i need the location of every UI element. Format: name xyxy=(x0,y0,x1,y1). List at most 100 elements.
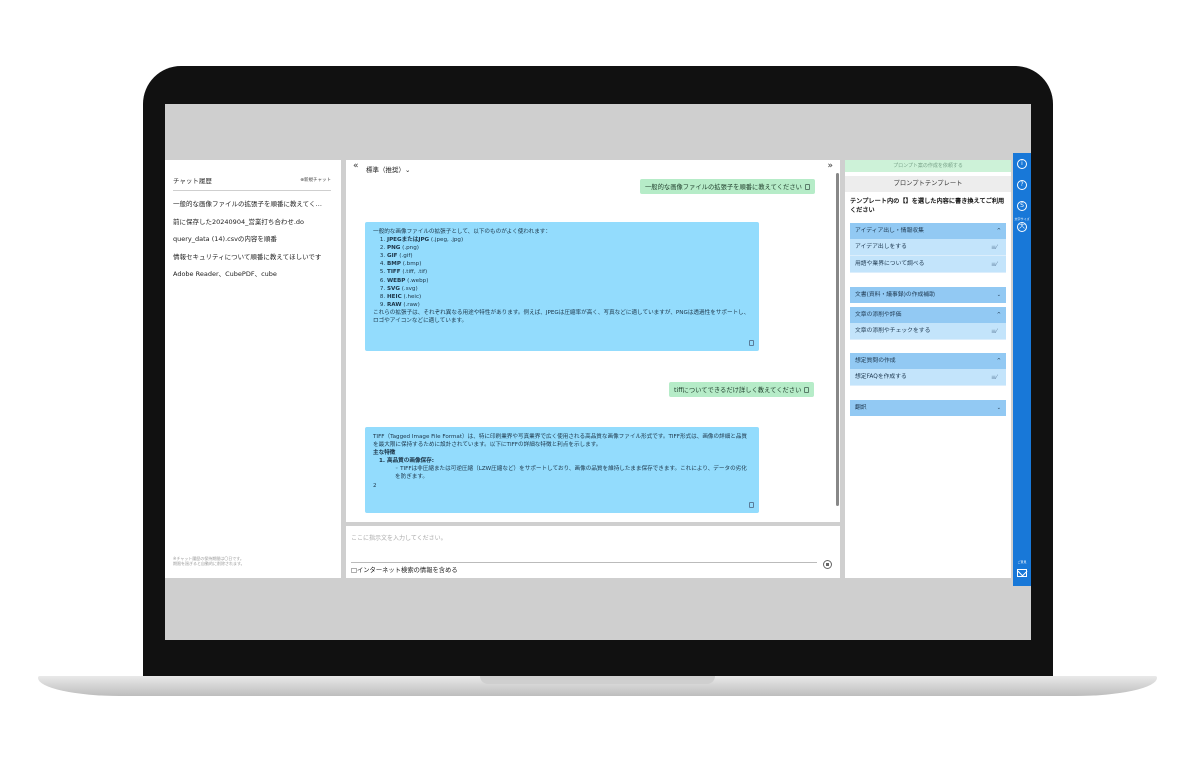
assistant-subheading: 1. 高品質の画像保存: xyxy=(379,458,434,465)
template-group: 翻訳 ⌄ xyxy=(850,400,1006,416)
insert-icon[interactable]: ≡⁄ xyxy=(991,256,997,273)
user-message: tiffについてできるだけ詳しく教えてください xyxy=(669,382,815,397)
extension-suffix: (.png) xyxy=(400,245,419,252)
template-group-label: 翻訳 xyxy=(855,405,867,411)
input-underline xyxy=(351,562,817,563)
chevron-down-icon: ⌄ xyxy=(996,405,1001,411)
assistant-text: TIFF（Tagged Image File Format）は、特に印刷業界や写… xyxy=(373,434,748,449)
assistant-message: TIFF（Tagged Image File Format）は、特に印刷業界や写… xyxy=(365,427,759,513)
extension-suffix: (.tiff, .tif) xyxy=(400,269,428,276)
extension-name: PNG xyxy=(387,245,401,252)
history-item[interactable]: query_data (14).csvの内容を順番 xyxy=(173,231,335,249)
insert-icon[interactable]: ≡⁄ xyxy=(991,239,997,256)
template-item[interactable]: 想定FAQを作成する ≡⁄ xyxy=(850,369,1006,386)
copy-icon[interactable] xyxy=(804,387,810,393)
info-icon[interactable]: i xyxy=(1017,159,1027,169)
extension-suffix: (.svg) xyxy=(399,285,418,292)
template-group-header[interactable]: 文章の添削や評価 ^ xyxy=(850,307,1006,323)
history-item[interactable]: 一般的な画像ファイルの拡張子を順番に教えてく… xyxy=(173,196,335,214)
extension-suffix: (.gif) xyxy=(397,253,413,260)
retention-note: ※チャット履歴の保持期間は〇日です。 期限を過ぎると自動的に削除されます。 xyxy=(173,556,323,566)
user-message-text: 一般的な画像ファイルの拡張子を順番に教えてください xyxy=(645,184,802,191)
template-group-header[interactable]: アイディア出し・情報収集 ^ xyxy=(850,223,1006,239)
laptop-notch xyxy=(480,676,715,684)
scrollbar[interactable] xyxy=(836,173,839,506)
extension-list-item: RAW (.raw) xyxy=(387,301,751,309)
template-group-label: アイディア出し・情報収集 xyxy=(855,228,924,234)
template-group-header[interactable]: 翻訳 ⌄ xyxy=(850,400,1006,416)
history-item[interactable]: 前に保存した20240904_営業打ち合わせ.do xyxy=(173,214,335,232)
extension-name: WEBP xyxy=(387,277,406,284)
template-item-label: 想定FAQを作成する xyxy=(855,374,907,380)
request-prompt-button[interactable]: プロンプト案の作成を依頼する xyxy=(845,160,1011,172)
retention-note-line: 期限を過ぎると自動的に削除されます。 xyxy=(173,561,245,566)
new-chat-button[interactable]: ⊕新規チャット xyxy=(300,177,331,183)
extension-list-item: BMP (.bmp) xyxy=(387,260,751,268)
divider xyxy=(173,190,331,191)
history-item[interactable]: 情報セキュリティについて順番に教えてほしいです xyxy=(173,249,335,267)
template-group: 文章の添削や評価 ^ 文章の添削やチェックをする ≡⁄ xyxy=(850,307,1006,340)
settings-icon[interactable]: S xyxy=(1017,201,1027,211)
extension-name: JPEGまたはJPG xyxy=(387,237,430,244)
mail-icon[interactable] xyxy=(1017,569,1027,577)
history-item[interactable]: Adobe Reader、CubePDF、cube xyxy=(173,266,335,284)
extension-name: RAW xyxy=(387,301,402,308)
insert-icon[interactable]: ≡⁄ xyxy=(991,369,997,386)
chat-history-panel: チャット履歴 ⊕新規チャット 一般的な画像ファイルの拡張子を順番に教えてく… 前… xyxy=(165,160,341,578)
template-description: テンプレート内の【】を選した内容に書き換えてご利用ください xyxy=(850,198,1005,214)
template-item[interactable]: 用語や業界について調べる ≡⁄ xyxy=(850,256,1006,273)
copy-icon[interactable] xyxy=(804,184,810,190)
font-size-label: 文字サイズ xyxy=(1014,217,1030,221)
template-item-label: 文章の添削やチェックをする xyxy=(855,328,931,334)
user-message-text: tiffについてできるだけ詳しく教えてください xyxy=(674,387,802,394)
font-size-icon[interactable]: 大 xyxy=(1017,222,1027,232)
copy-icon[interactable] xyxy=(749,502,754,508)
insert-icon[interactable]: ≡⁄ xyxy=(991,323,997,340)
chevron-down-icon: ⌄ xyxy=(996,292,1001,298)
template-panel: プロンプト案の作成を依頼する プロンプトテンプレート テンプレート内の【】を選し… xyxy=(845,160,1011,578)
template-item-label: アイデア出しをする xyxy=(855,244,907,250)
history-title: チャット履歴 xyxy=(173,177,212,185)
template-item[interactable]: アイデア出しをする ≡⁄ xyxy=(850,239,1006,256)
history-list: 一般的な画像ファイルの拡張子を順番に教えてく… 前に保存した20240904_営… xyxy=(173,196,335,284)
user-message: 一般的な画像ファイルの拡張子を順番に教えてください xyxy=(640,179,815,194)
extension-suffix: (.jpeg, .jpg) xyxy=(429,237,464,244)
template-group-header[interactable]: 想定質問の作成 ^ xyxy=(850,353,1006,369)
template-group: 想定質問の作成 ^ 想定FAQを作成する ≡⁄ xyxy=(850,353,1006,386)
extension-list-item: HEIC (.heic) xyxy=(387,293,751,301)
send-icon[interactable] xyxy=(823,560,832,569)
extension-name: BMP xyxy=(387,261,401,268)
side-rail: i ? S 文字サイズ 大 ご意見 xyxy=(1013,153,1031,586)
extension-name: HEIC xyxy=(387,293,402,300)
prompt-input-panel: ここに指示文を入力してください。 □インターネット検索の情報を含める xyxy=(346,526,840,578)
model-select[interactable]: 標準（推奨）⌄ xyxy=(366,164,410,174)
web-search-checkbox[interactable]: □インターネット検索の情報を含める xyxy=(351,565,458,574)
extension-suffix: (.webp) xyxy=(405,277,429,284)
chevron-up-icon: ^ xyxy=(996,358,1001,364)
template-title: プロンプトテンプレート xyxy=(845,176,1011,192)
template-item[interactable]: 文章の添削やチェックをする ≡⁄ xyxy=(850,323,1006,340)
assistant-message: 一般的な画像ファイルの拡張子として、以下のものがよく使われます： JPEGまたは… xyxy=(365,222,759,351)
extension-name: SVG xyxy=(387,285,400,292)
assistant-text: これらの拡張子は、それぞれ異なる用途や特性があります。例えば、JPEGは圧縮率が… xyxy=(373,309,750,325)
app-screen: チャット履歴 ⊕新規チャット 一般的な画像ファイルの拡張子を順番に教えてく… 前… xyxy=(165,104,1031,640)
template-item-label: 用語や業界について調べる xyxy=(855,261,925,267)
chat-panel: « 標準（推奨）⌄ » 一般的な画像ファイルの拡張子を順番に教えてください 一般… xyxy=(346,160,840,522)
copy-icon[interactable] xyxy=(749,340,754,346)
collapse-left-button[interactable]: « xyxy=(353,161,359,171)
prompt-input[interactable]: ここに指示文を入力してください。 xyxy=(351,533,447,542)
extension-list-item: GIF (.gif) xyxy=(387,252,751,260)
laptop-mockup: チャット履歴 ⊕新規チャット 一般的な画像ファイルの拡張子を順番に教えてく… 前… xyxy=(0,0,1195,771)
extension-suffix: (.raw) xyxy=(401,301,420,308)
template-group-header[interactable]: 文書(資料・議事録)の作成補助 ⌄ xyxy=(850,287,1006,303)
extension-name: TIFF xyxy=(387,269,401,276)
help-icon[interactable]: ? xyxy=(1017,180,1027,190)
template-group: 文書(資料・議事録)の作成補助 ⌄ xyxy=(850,287,1006,303)
extension-name: GIF xyxy=(387,253,398,260)
history-header: チャット履歴 ⊕新規チャット xyxy=(173,175,331,185)
assistant-text: 一般的な画像ファイルの拡張子として、以下のものがよく使われます： xyxy=(373,229,551,235)
collapse-right-button[interactable]: » xyxy=(827,161,833,171)
template-group-label: 文章の添削や評価 xyxy=(855,312,902,318)
extension-suffix: (.bmp) xyxy=(400,261,422,268)
extension-list: JPEGまたはJPG (.jpeg, .jpg) PNG (.png)GIF (.… xyxy=(373,236,751,309)
